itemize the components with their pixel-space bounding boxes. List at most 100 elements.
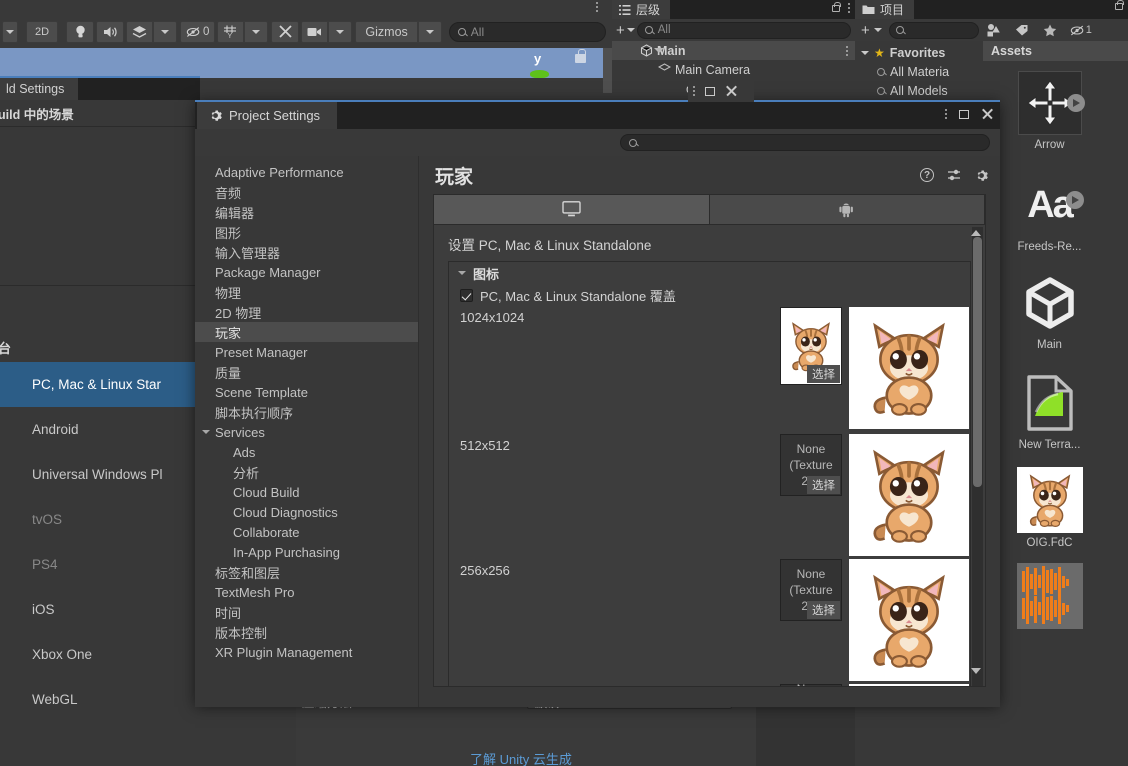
gizmos-button[interactable]: Gizmos <box>355 21 418 43</box>
category-player[interactable]: 玩家 <box>195 322 418 342</box>
scene-scrollbar[interactable] <box>603 48 612 93</box>
toggle-2d-button[interactable]: 2D <box>26 21 58 43</box>
play-badge-icon[interactable] <box>1065 191 1084 209</box>
platform-row-pc-mac-linux[interactable]: PC, Mac & Linux Star <box>0 362 200 407</box>
choose-texture-button[interactable]: 选择 <box>807 476 840 494</box>
play-badge-icon[interactable] <box>1066 94 1085 112</box>
grid-snap-button[interactable]: Y <box>217 21 245 43</box>
asset-item[interactable]: Aa Freeds-Re... <box>983 173 1116 253</box>
category-textmesh-pro[interactable]: TextMesh Pro <box>195 582 418 602</box>
help-icon[interactable]: ? <box>920 168 934 182</box>
category-physics-2d[interactable]: 2D 物理 <box>195 302 418 322</box>
hidden-assets-toggle[interactable]: 1 <box>1065 20 1097 40</box>
hierarchy-kebab-icon[interactable] <box>848 3 850 13</box>
tab-build-settings[interactable]: ld Settings <box>0 78 79 100</box>
chevron-down-icon[interactable] <box>861 50 869 55</box>
close-icon[interactable] <box>981 108 993 120</box>
chevron-down-icon[interactable] <box>873 28 882 32</box>
category-in-app-purchasing[interactable]: In-App Purchasing <box>195 542 418 562</box>
category-ads[interactable]: Ads <box>195 442 418 462</box>
scenes-in-build-list[interactable] <box>0 126 200 286</box>
preset-icon[interactable] <box>947 168 962 182</box>
hierarchy-row-main[interactable]: Main <box>612 41 855 60</box>
category-package-manager[interactable]: Package Manager <box>195 262 418 282</box>
platform-row-ps4[interactable]: ⊿4 PS4 <box>0 542 200 587</box>
learn-cloud-build-link[interactable]: 了解 Unity 云生成 <box>470 749 572 766</box>
tab-project-settings[interactable]: Project Settings <box>197 102 338 129</box>
category-xr-plugin-management[interactable]: XR Plugin Management <box>195 642 418 662</box>
category-graphics[interactable]: 图形 <box>195 222 418 242</box>
fx-dropdown-button[interactable] <box>153 21 177 43</box>
gizmos-dropdown-button[interactable] <box>417 21 442 43</box>
tab-hierarchy[interactable]: 层级 <box>612 0 671 19</box>
kebab-icon[interactable] <box>945 109 947 119</box>
toggle-audio-button[interactable] <box>96 21 124 43</box>
platform-tab-standalone[interactable] <box>434 195 710 224</box>
scene-lock-icon[interactable] <box>575 49 586 63</box>
tab-project[interactable]: 项目 <box>855 0 915 19</box>
asset-item[interactable]: Arrow <box>983 71 1116 151</box>
icon-texture-slot[interactable]: None(Texture <box>780 682 842 686</box>
maximize-icon[interactable] <box>705 86 715 96</box>
lock-icon[interactable] <box>832 1 841 12</box>
expand-triangle-icon[interactable] <box>458 271 466 275</box>
category-editor[interactable]: 编辑器 <box>195 202 418 222</box>
toolbar-prev-caret[interactable] <box>2 21 18 43</box>
chevron-down-icon[interactable] <box>626 28 635 32</box>
lock-icon[interactable] <box>1115 0 1124 10</box>
scene-camera-button[interactable] <box>301 21 329 43</box>
choose-texture-button[interactable]: 选择 <box>807 601 840 619</box>
filter-favorites-button[interactable] <box>1037 20 1063 40</box>
scrollbar-thumb[interactable] <box>973 237 982 487</box>
category-tags-and-layers[interactable]: 标签和图层 <box>195 562 418 582</box>
category-physics[interactable]: 物理 <box>195 282 418 302</box>
category-collaborate[interactable]: Collaborate <box>195 522 418 542</box>
asset-item[interactable]: OIG.FdC <box>983 467 1116 549</box>
tree-row-favorites[interactable]: ★ Favorites <box>855 43 983 62</box>
toggle-hidden-objects-button[interactable]: 0 <box>180 21 216 43</box>
platform-row-ios[interactable]: OS iOS <box>0 587 200 632</box>
category-adaptive-performance[interactable]: Adaptive Performance <box>195 162 418 182</box>
override-icon-checkbox[interactable] <box>460 288 473 302</box>
platform-row-android[interactable]: Android <box>0 407 200 452</box>
tree-row-all-models[interactable]: All Models <box>855 81 983 100</box>
maximize-icon[interactable] <box>959 109 969 119</box>
player-settings-scrollbar[interactable] <box>972 227 983 686</box>
project-settings-search-input[interactable] <box>620 134 990 151</box>
category-preset-manager[interactable]: Preset Manager <box>195 342 418 362</box>
platform-row-xbox-one[interactable]: Xbox One <box>0 632 200 677</box>
toggle-lighting-button[interactable] <box>66 21 94 43</box>
platform-row-uwp[interactable]: Universal Windows Pl <box>0 452 200 497</box>
icon-section-header[interactable]: 图标 <box>449 262 970 284</box>
choose-texture-button[interactable]: 选择 <box>807 365 840 383</box>
category-analytics[interactable]: 分析 <box>195 462 418 482</box>
toolbar-kebab-icon[interactable] <box>596 2 598 12</box>
gear-icon[interactable] <box>975 169 988 182</box>
override-icon-row[interactable]: PC, Mac & Linux Standalone 覆盖 <box>449 284 970 306</box>
scroll-down-arrow-icon[interactable] <box>971 668 981 674</box>
category-audio[interactable]: 音频 <box>195 182 418 202</box>
category-time[interactable]: 时间 <box>195 602 418 622</box>
icon-texture-slot[interactable]: 选择 <box>780 307 842 385</box>
icon-texture-slot[interactable]: None(Texture2D) 选择 <box>780 434 842 496</box>
tree-row-all-materials[interactable]: All Materia <box>855 62 983 81</box>
platform-row-webgl[interactable]: TML WebGL <box>0 677 200 722</box>
category-version-control[interactable]: 版本控制 <box>195 622 418 642</box>
scene-search-input[interactable]: All <box>448 22 606 42</box>
filter-by-type-button[interactable] <box>981 20 1007 40</box>
expand-triangle-icon[interactable] <box>202 430 210 434</box>
category-input-manager[interactable]: 输入管理器 <box>195 242 418 262</box>
icon-texture-slot[interactable]: None(Texture2D) 选择 <box>780 559 842 621</box>
asset-item[interactable] <box>983 563 1116 629</box>
hierarchy-search-input[interactable]: All <box>636 21 851 39</box>
category-cloud-diagnostics[interactable]: Cloud Diagnostics <box>195 502 418 522</box>
category-quality[interactable]: 质量 <box>195 362 418 382</box>
category-scene-template[interactable]: Scene Template <box>195 382 418 402</box>
project-asset-grid[interactable]: Assets Arrow Aa Freeds-Re... Main New Te… <box>983 41 1128 766</box>
camera-dropdown-button[interactable] <box>328 21 353 43</box>
hierarchy-row-main-camera[interactable]: Main Camera <box>612 60 855 79</box>
create-asset-button[interactable]: + <box>861 23 870 38</box>
toggle-fx-button[interactable] <box>126 21 153 43</box>
close-icon[interactable] <box>725 85 737 97</box>
asset-item[interactable]: New Terra... <box>983 371 1116 451</box>
